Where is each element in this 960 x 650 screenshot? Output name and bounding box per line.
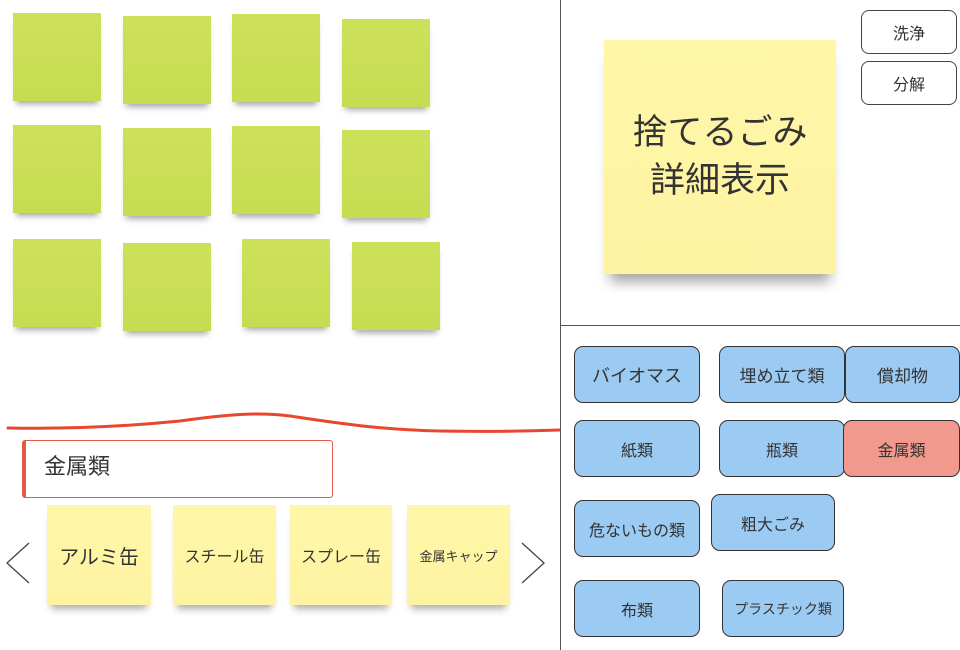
- chevron-left-icon[interactable]: [3, 540, 33, 586]
- category-cloth-button[interactable]: 布類: [574, 580, 700, 637]
- sticky-note[interactable]: [13, 239, 101, 327]
- detail-title-line2: 詳細表示: [649, 161, 790, 201]
- item-note[interactable]: アルミ缶: [47, 505, 151, 605]
- category-plastic-button[interactable]: プラスチック類: [722, 580, 844, 637]
- sticky-note[interactable]: [342, 130, 430, 218]
- category-label: 危ないもの類: [588, 520, 685, 540]
- sticky-note[interactable]: [123, 128, 211, 216]
- sticky-note[interactable]: [342, 19, 430, 107]
- item-note[interactable]: 金属キャップ: [407, 505, 510, 605]
- detail-title-line1: 捨てるごみ: [632, 113, 808, 153]
- category-incineration-button[interactable]: 償却物: [845, 346, 960, 403]
- item-label: スプレー缶: [300, 547, 381, 566]
- category-label: 金属類: [877, 440, 926, 460]
- sticky-note[interactable]: [123, 243, 211, 331]
- item-label: アルミ缶: [59, 544, 139, 569]
- category-label: プラスチック類: [734, 601, 832, 618]
- sticky-note[interactable]: [232, 126, 320, 214]
- sticky-note[interactable]: [123, 16, 211, 104]
- sticky-note[interactable]: [352, 242, 440, 330]
- item-note[interactable]: スプレー缶: [290, 505, 392, 605]
- detail-note: 捨てるごみ 詳細表示: [604, 40, 836, 274]
- category-hazardous-button[interactable]: 危ないもの類: [574, 500, 700, 557]
- category-label: 償却物: [877, 367, 928, 387]
- horizontal-divider: [560, 325, 960, 326]
- sticky-note[interactable]: [13, 13, 101, 101]
- chevron-right-icon[interactable]: [518, 540, 548, 586]
- sticky-note[interactable]: [13, 125, 101, 213]
- disassemble-button[interactable]: 分解: [861, 61, 957, 105]
- category-oversized-button[interactable]: 粗大ごみ: [711, 494, 835, 551]
- category-bottles-button[interactable]: 瓶類: [719, 420, 845, 477]
- category-metal-button[interactable]: 金属類: [843, 420, 960, 477]
- category-biomass-button[interactable]: バイオマス: [574, 346, 700, 403]
- category-label: 埋め立て類: [739, 367, 825, 387]
- category-label: 瓶類: [765, 440, 798, 460]
- item-label: スチール缶: [184, 547, 265, 566]
- selected-category-field[interactable]: 金属類: [22, 440, 333, 498]
- category-landfill-button[interactable]: 埋め立て類: [719, 346, 845, 403]
- category-label: 粗大ごみ: [740, 514, 805, 534]
- wash-button[interactable]: 洗浄: [861, 10, 957, 54]
- item-note[interactable]: スチール缶: [173, 505, 276, 605]
- red-separator-line: [6, 412, 560, 433]
- sticky-note[interactable]: [242, 239, 330, 327]
- category-paper-button[interactable]: 紙類: [574, 420, 700, 477]
- selected-category-label: 金属類: [44, 455, 111, 480]
- sticky-note[interactable]: [232, 14, 320, 102]
- item-label: 金属キャップ: [419, 549, 498, 565]
- category-label: 布類: [620, 600, 653, 620]
- category-label: 紙類: [620, 440, 653, 460]
- category-label: バイオマス: [592, 365, 682, 387]
